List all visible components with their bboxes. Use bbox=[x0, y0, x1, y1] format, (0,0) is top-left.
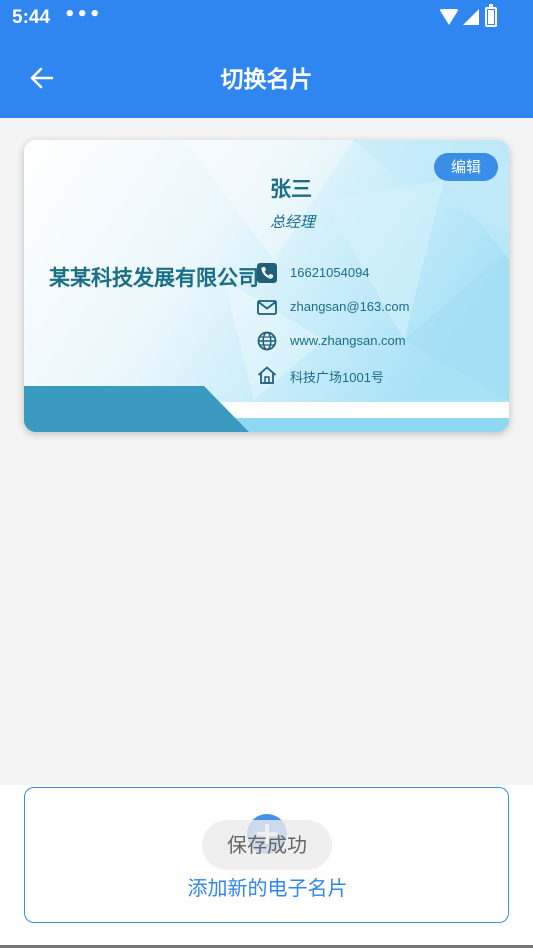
battery-icon bbox=[485, 4, 497, 27]
status-icons bbox=[439, 4, 497, 29]
website-text: www.zhangsan.com bbox=[290, 333, 406, 348]
wifi-icon bbox=[439, 9, 459, 25]
toast-message: 保存成功 bbox=[202, 820, 332, 870]
page-title: 切换名片 bbox=[220, 67, 313, 93]
home-icon bbox=[257, 366, 277, 384]
contact-phone: 16621054094 bbox=[256, 262, 496, 286]
mail-icon bbox=[257, 300, 277, 315]
add-card-label: 添加新的电子名片 bbox=[187, 876, 348, 900]
person-title: 总经理 bbox=[270, 213, 316, 231]
signal-icon bbox=[463, 9, 479, 25]
edit-button[interactable]: 编辑 bbox=[434, 153, 498, 181]
contact-email: zhangsan@163.com bbox=[256, 296, 496, 320]
business-card[interactable]: 编辑 某某科技发展有限公司 张三 总经理 16621054094 zhangsa… bbox=[24, 140, 509, 432]
phone-icon bbox=[257, 263, 277, 283]
person-name: 张三 bbox=[270, 177, 312, 201]
company-name: 某某科技发展有限公司 bbox=[49, 266, 259, 290]
contact-address: 科技广场1001号 bbox=[256, 364, 496, 388]
status-bar: 5:44 ••• bbox=[0, 0, 533, 36]
email-text: zhangsan@163.com bbox=[290, 299, 410, 314]
phone-text: 16621054094 bbox=[290, 265, 370, 280]
notification-dots: ••• bbox=[64, 4, 102, 25]
status-time: 5:44 bbox=[12, 7, 51, 28]
contact-website: www.zhangsan.com bbox=[256, 330, 496, 354]
globe-icon bbox=[257, 331, 277, 351]
address-text: 科技广场1001号 bbox=[290, 370, 384, 385]
